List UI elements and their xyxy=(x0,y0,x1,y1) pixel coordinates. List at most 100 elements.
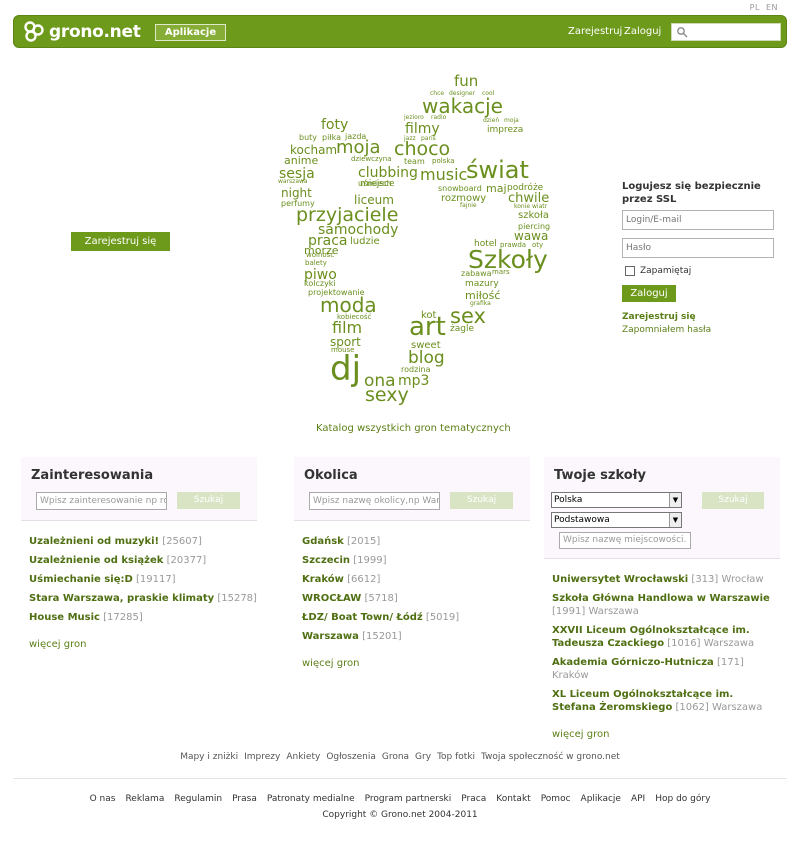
tag-link[interactable]: dzień xyxy=(483,118,499,124)
footer-link[interactable]: Aplikacje xyxy=(581,794,621,804)
tag-link[interactable]: dziewczyna xyxy=(351,156,392,163)
group-link[interactable]: Akademia Górniczo-Hutnicza xyxy=(552,657,714,668)
lang-en-link[interactable]: EN xyxy=(766,3,778,12)
area-search-input[interactable]: Wpisz nazwę okolicy,np Warszawa xyxy=(309,492,440,510)
tag-link[interactable]: filmy xyxy=(405,122,440,136)
login-register-link[interactable]: Zarejestruj się xyxy=(622,312,782,322)
footer-link[interactable]: Grona xyxy=(382,752,409,762)
footer-link[interactable]: Reklama xyxy=(125,794,164,804)
tag-link[interactable]: night xyxy=(281,187,312,199)
register-button[interactable]: Zarejestruj się xyxy=(71,232,170,251)
footer-link[interactable]: Patronaty medialne xyxy=(267,794,355,804)
tag-link[interactable]: sexy xyxy=(365,386,409,405)
tag-link[interactable]: moja xyxy=(504,118,519,124)
footer-link[interactable]: Pomoc xyxy=(541,794,571,804)
tag-link[interactable]: dj xyxy=(330,352,361,386)
tag-link[interactable]: maj xyxy=(486,183,507,194)
list-item: Uzależnieni od muzyki! [25607] xyxy=(29,535,257,548)
group-link[interactable]: House Music xyxy=(29,612,100,623)
footer-link[interactable]: Kontakt xyxy=(496,794,530,804)
school-type-select[interactable]: Podstawowa ▼ xyxy=(551,512,682,528)
member-count: [2015] xyxy=(347,536,381,547)
country-select[interactable]: Polska ▼ xyxy=(551,492,682,508)
footer-link[interactable]: Top fotki xyxy=(437,752,475,762)
more-groups-link[interactable]: więcej gron xyxy=(302,658,530,669)
group-link[interactable]: Uzależnienie od książek xyxy=(29,555,163,566)
footer-link[interactable]: Ankiety xyxy=(286,752,320,762)
tag-link[interactable]: miejsce xyxy=(360,180,394,189)
footer-link[interactable]: API xyxy=(631,794,645,804)
tag-link[interactable]: snowboard xyxy=(438,185,482,193)
logo-text: grono.net xyxy=(49,22,141,42)
tag-link[interactable]: wolność xyxy=(306,252,334,259)
group-link[interactable]: Gdańsk xyxy=(302,536,344,547)
footer-link[interactable]: Hop do góry xyxy=(655,794,710,804)
more-groups-link[interactable]: więcej gron xyxy=(29,639,257,650)
tag-link[interactable]: polska xyxy=(432,158,455,165)
member-count: [5718] xyxy=(364,593,398,604)
group-link[interactable]: Warszawa xyxy=(302,631,359,642)
footer-link[interactable]: Mapy i zniżki xyxy=(180,752,238,762)
footer-link[interactable]: Prasa xyxy=(232,794,257,804)
footer-link[interactable]: O nas xyxy=(90,794,116,804)
tag-link[interactable]: mazury xyxy=(465,280,499,289)
forgot-password-link[interactable]: Zapomniałem hasła xyxy=(622,325,782,335)
tag-link[interactable]: buty xyxy=(299,134,317,142)
tag-link[interactable]: świat xyxy=(466,158,529,182)
interests-search-button[interactable]: Szukaj xyxy=(177,492,240,509)
tag-link[interactable]: balety xyxy=(305,260,327,267)
tag-link[interactable]: zabawa xyxy=(461,270,492,278)
tag-link[interactable]: szkoła xyxy=(518,211,549,221)
footer-link[interactable]: Praca xyxy=(461,794,486,804)
tag-link[interactable]: mars xyxy=(492,269,510,276)
logo[interactable]: grono.net xyxy=(22,19,141,45)
tag-link[interactable]: foty xyxy=(321,118,348,132)
interests-list: Uzależnieni od muzyki! [25607] Uzależnien… xyxy=(21,521,257,650)
footer-link[interactable]: Regulamin xyxy=(174,794,222,804)
login-email-field[interactable] xyxy=(622,210,774,230)
more-groups-link[interactable]: więcej gron xyxy=(552,729,780,740)
top-login-link[interactable]: Zaloguj xyxy=(624,26,661,37)
login-button[interactable]: Zaloguj xyxy=(622,285,676,302)
tag-link[interactable]: music xyxy=(420,167,467,183)
group-link[interactable]: Uśmiechanie się:D xyxy=(29,574,133,585)
lang-pl-link[interactable]: PL xyxy=(750,3,760,12)
area-search-button[interactable]: Szukaj xyxy=(450,492,513,509)
group-link[interactable]: ŁDZ/ Boat Town/ Łódź xyxy=(302,612,423,623)
tag-link[interactable]: art xyxy=(409,314,446,340)
tag-link[interactable]: fajnie xyxy=(460,203,477,209)
tag-link[interactable]: warszawa xyxy=(278,179,308,185)
footer-link[interactable]: Program partnerski xyxy=(365,794,452,804)
group-link[interactable]: Stara Warszawa, praskie klimaty xyxy=(29,593,214,604)
tag-link[interactable]: żagle xyxy=(450,325,474,334)
group-link[interactable]: WROCŁAW xyxy=(302,593,361,604)
remember-checkbox[interactable] xyxy=(625,266,635,276)
footer-link[interactable]: Twoja społeczność w grono.net xyxy=(481,752,620,762)
tag-link[interactable]: impreza xyxy=(487,126,523,135)
footer-link[interactable]: Gry xyxy=(415,752,431,762)
city-input[interactable]: Wpisz nazwę miejscowości. xyxy=(559,532,691,549)
tag-link[interactable]: kolczyki xyxy=(304,280,336,288)
top-register-link[interactable]: Zarejestruj xyxy=(568,26,622,37)
top-search-input[interactable] xyxy=(690,24,778,40)
footer-link[interactable]: Imprezy xyxy=(244,752,280,762)
group-link[interactable]: Uzależnieni od muzyki! xyxy=(29,536,159,547)
catalog-link[interactable]: Katalog wszystkich gron tematycznych xyxy=(316,423,511,434)
tag-link[interactable]: fun xyxy=(454,74,478,89)
interests-search-input[interactable]: Wpisz zainteresowanie np rolki xyxy=(36,492,167,510)
tag-link[interactable]: wakacje xyxy=(422,96,503,116)
tag-link[interactable]: anime xyxy=(284,155,318,166)
tag-link[interactable]: film xyxy=(332,320,362,336)
apps-button[interactable]: Aplikacje xyxy=(155,24,226,41)
tag-link[interactable]: moda xyxy=(320,295,377,315)
group-link[interactable]: Kraków xyxy=(302,574,344,585)
group-link[interactable]: Uniwersytet Wrocławski xyxy=(552,574,688,585)
password-field[interactable] xyxy=(622,238,774,258)
tag-link[interactable]: ludzie xyxy=(350,237,380,247)
tag-link[interactable]: clubbing xyxy=(358,166,418,180)
footer-link[interactable]: Ogłoszenia xyxy=(326,752,376,762)
schools-search-button[interactable]: Szukaj xyxy=(702,492,764,509)
chevron-down-icon: ▼ xyxy=(669,513,681,527)
group-link[interactable]: Szkoła Główna Handlowa w Warszawie xyxy=(552,593,770,604)
group-link[interactable]: Szczecin xyxy=(302,555,350,566)
